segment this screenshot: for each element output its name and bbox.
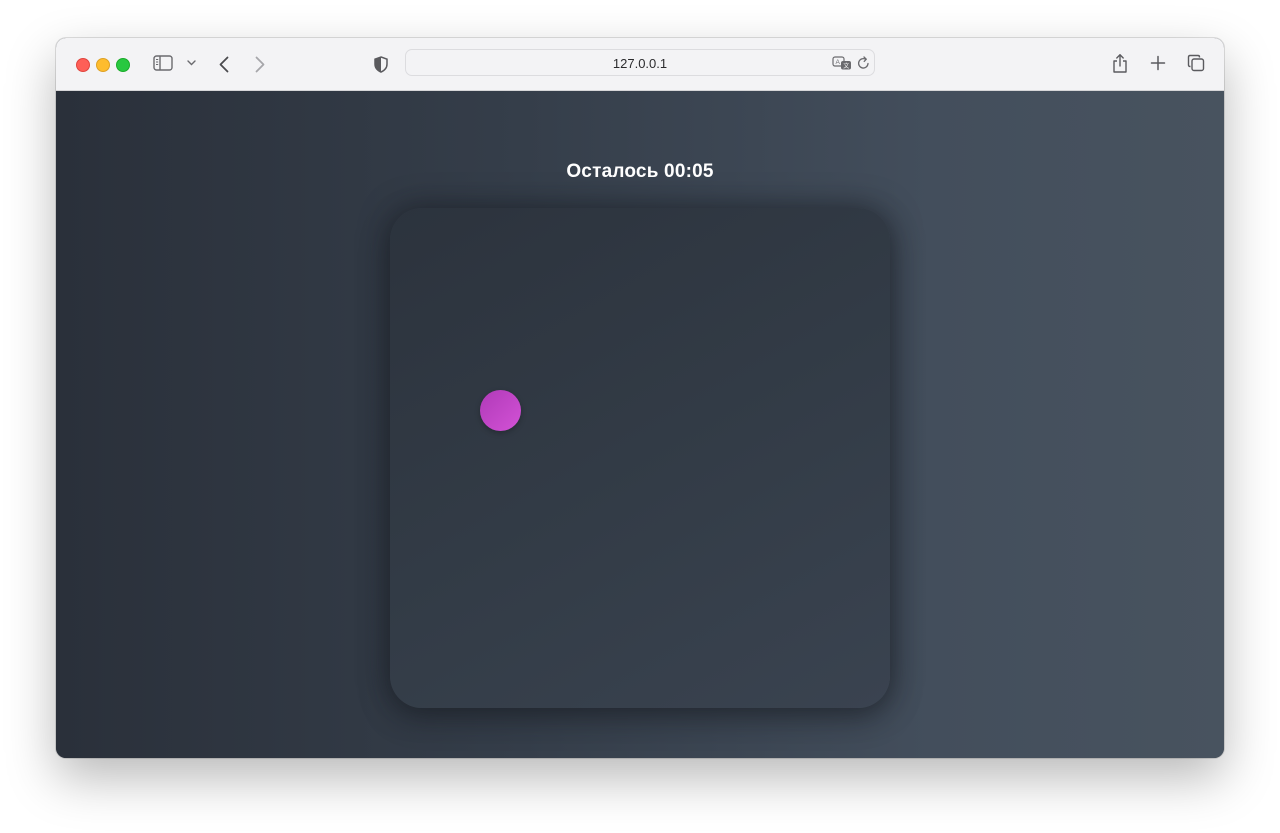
plus-icon[interactable]	[1148, 53, 1168, 73]
browser-window: 127.0.0.1 A 文 Осталось 00:05	[56, 38, 1224, 758]
url-text: 127.0.0.1	[612, 56, 668, 71]
address-bar[interactable]: 127.0.0.1 A 文	[405, 49, 875, 76]
reload-icon[interactable]	[856, 55, 870, 71]
page-content: Осталось 00:05	[56, 91, 1224, 758]
svg-text:文: 文	[843, 62, 849, 70]
minimize-window-button[interactable]	[96, 58, 110, 72]
shield-icon[interactable]	[372, 54, 390, 74]
back-arrow-icon[interactable]	[216, 54, 232, 74]
forward-arrow-icon[interactable]	[252, 54, 268, 74]
sidebar-icon[interactable]	[152, 54, 174, 72]
close-window-button[interactable]	[76, 58, 90, 72]
zoom-window-button[interactable]	[116, 58, 130, 72]
target-ball[interactable]	[480, 390, 521, 431]
tab-overview-icon[interactable]	[1185, 53, 1207, 73]
translate-icon[interactable]: A 文	[831, 55, 853, 71]
share-icon[interactable]	[1111, 51, 1129, 75]
game-field[interactable]	[390, 208, 890, 708]
chevron-down-icon[interactable]	[186, 58, 196, 68]
browser-toolbar: 127.0.0.1 A 文	[56, 38, 1224, 91]
svg-text:A: A	[836, 59, 841, 66]
timer-text: Осталось 00:05	[566, 161, 714, 182]
